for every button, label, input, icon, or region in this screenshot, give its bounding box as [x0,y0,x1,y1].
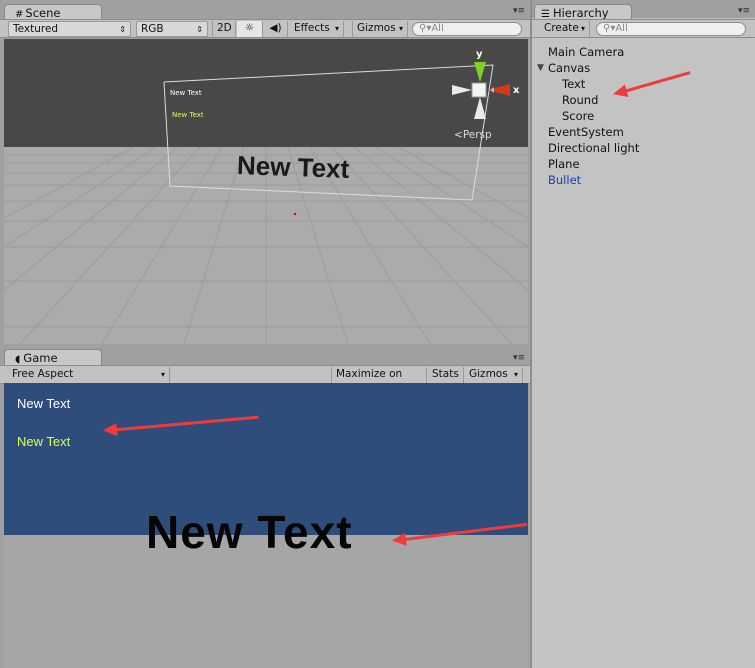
hierarchy-tab[interactable]: ☰ Hierarchy [534,4,632,20]
dropdown-arrow-icon: ▾ [334,24,339,33]
game-tab[interactable]: ◖ Game [4,349,102,365]
game-text-2: New Text [17,434,71,449]
hierarchy-item-canvas[interactable]: Canvas [548,61,590,75]
dropdown-arrow-icon: ▾ [513,370,518,379]
dropdown-arrow-icon: ▾ [398,24,403,33]
game-big-text: New Text [146,506,353,558]
scene-tab[interactable]: # Scene [4,4,102,20]
persp-label-text: Persp [462,129,492,141]
hierarchy-panel: ☰ Hierarchy ▾≡ Create ▾ ⚲▾All Main Camera … [530,0,755,668]
game-panel: ◖Game ▾≡ Free Aspect ▾ Maximize on Play S… [0,345,530,668]
hierarchy-item-round[interactable]: Round [562,93,598,107]
scene-panel-menu-icon[interactable]: ▾≡ [513,6,527,16]
hierarchy-item-directional-light[interactable]: Directional light [548,141,639,155]
scene-search-input[interactable]: ⚲▾All [412,22,522,36]
maximize-on-play-toggle[interactable]: Maximize on Play [331,367,427,395]
create-dropdown[interactable]: Create ▾ [540,21,590,37]
scene-toolbar: Textured ⇕ RGB ⇕ 2D ☼ ◀) Effects ▾ Gizmos ▾ … [0,19,530,38]
dropdown-arrow-icon: ▾ [580,24,585,33]
render-mode-dropdown[interactable]: Textured ⇕ [8,21,131,37]
search-icon: ⚲▾ [603,23,616,34]
scene-big-text[interactable]: New Text [236,150,350,185]
create-label: Create [544,22,579,34]
dropdown-arrow-icon: ▾ [160,370,165,379]
scene-canvas-text-2[interactable]: New Text [172,111,204,119]
stats-label: Stats [432,368,459,380]
hierarchy-item-text[interactable]: Text [562,77,585,91]
scene-tab-label: Scene [25,6,61,20]
updown-arrows-icon: ⇕ [119,25,126,34]
persp-label[interactable]: <Persp [454,129,492,141]
hierarchy-item-plane[interactable]: Plane [548,157,580,171]
game-panel-menu-icon[interactable]: ▾≡ [513,353,527,363]
sun-icon: ☼ [244,22,255,34]
game-toolbar: Free Aspect ▾ Maximize on Play Stats Gizm… [0,365,530,395]
render-mode-label: Textured [13,23,59,35]
aspect-label: Free Aspect [12,368,74,380]
orientation-gizmo[interactable]: y x <Persp [450,49,528,141]
hierarchy-search-placeholder: All [615,23,628,34]
scene-gizmos-dropdown[interactable]: Gizmos ▾ [352,21,408,37]
toggle-2d-label: 2D [217,22,232,34]
toggle-2d-button[interactable]: 2D [212,21,236,37]
lighting-toggle[interactable]: ☼ [237,21,263,37]
game-gizmos-dropdown[interactable]: Gizmos ▾ [465,367,523,383]
hierarchy-panel-menu-icon[interactable]: ▾≡ [738,6,752,16]
hierarchy-tab-label: Hierarchy [552,6,609,20]
aspect-dropdown[interactable]: Free Aspect ▾ [8,367,170,383]
color-mode-dropdown[interactable]: RGB ⇕ [136,21,208,37]
scene-gizmos-label: Gizmos [357,22,396,34]
gizmo-x-label: x [513,85,520,96]
expand-triangle-icon[interactable]: ▼ [537,63,544,73]
hierarchy-item-bullet[interactable]: Bullet [548,173,581,187]
stats-toggle[interactable]: Stats [428,367,464,383]
scene-viewport[interactable]: New Text New Text New Text y x <Persp [4,39,528,344]
hierarchy-item-eventsystem[interactable]: EventSystem [548,125,624,139]
color-mode-label: RGB [141,23,164,35]
game-text-1: New Text [17,396,71,411]
game-gizmos-label: Gizmos [469,368,508,380]
persp-chevron-icon: < [454,129,463,141]
hierarchy-toolbar: Create ▾ ⚲▾All [532,19,755,38]
game-tab-label: Game [23,351,58,365]
hierarchy-search-input[interactable]: ⚲▾All [596,22,746,36]
game-viewport[interactable]: New Text New Text New Text [4,383,528,668]
effects-label: Effects [294,22,330,34]
scene-search-placeholder: All [431,23,444,34]
hierarchy-item-main-camera[interactable]: Main Camera [548,45,624,59]
scene-panel: # Scene ▾≡ Textured ⇕ RGB ⇕ 2D ☼ ◀) Effects… [0,0,530,345]
scene-canvas-text-1[interactable]: New Text [170,89,202,97]
audio-toggle[interactable]: ◀) [264,21,288,37]
speaker-icon: ◀) [269,22,282,34]
hierarchy-item-score[interactable]: Score [562,109,594,123]
pacman-icon: ◖ [15,354,21,365]
search-icon: ⚲▾ [419,23,432,34]
updown-arrows-icon: ⇕ [196,25,203,34]
effects-dropdown[interactable]: Effects ▾ [290,21,344,37]
